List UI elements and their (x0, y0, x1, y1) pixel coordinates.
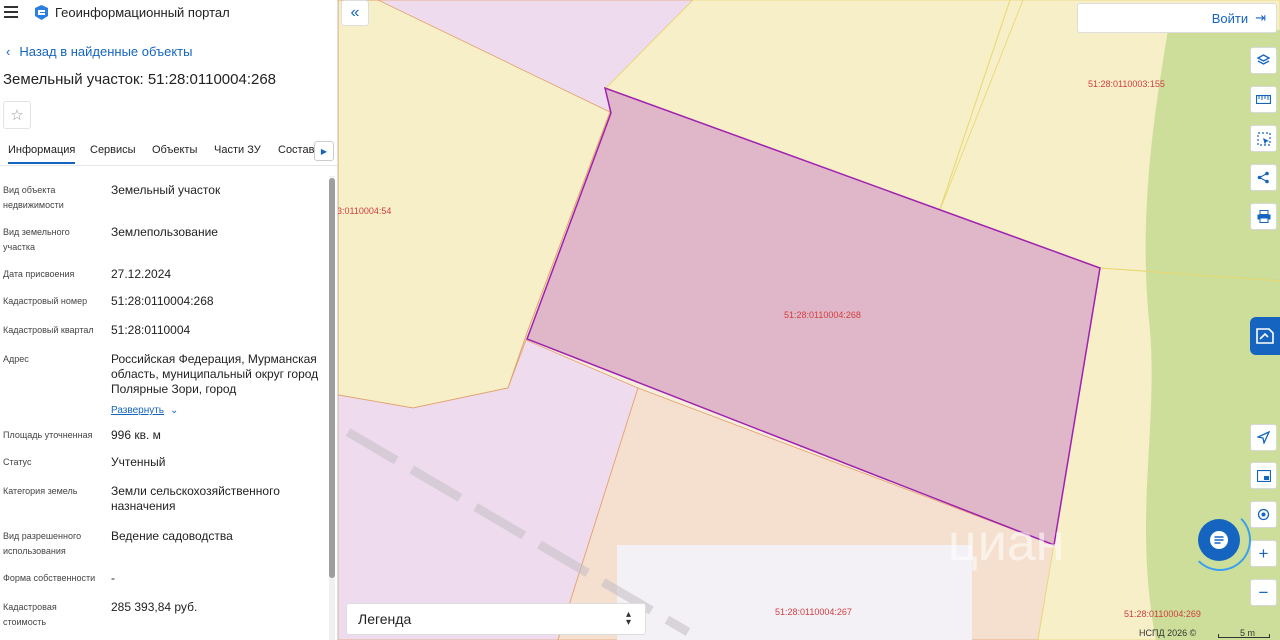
page-title: Земельный участок: 51:28:0110004:268 (3, 71, 277, 88)
login-icon: ⇥ (1255, 10, 1266, 25)
measure-button[interactable] (1250, 86, 1277, 113)
expand-address[interactable]: Развернуть ⌄ (111, 400, 178, 418)
share-button[interactable] (1250, 164, 1277, 191)
property-value: Земли сельскохозяйственного назначения (111, 484, 280, 513)
navigate-button[interactable] (1250, 424, 1277, 451)
chat-button[interactable] (1198, 519, 1240, 561)
property-value: 51:28:0110004 (111, 323, 191, 337)
app-title: Геоинформационный портал (55, 5, 230, 20)
property-key: Кадастровый квартал (3, 325, 94, 335)
property-key: Дата присвоения (3, 269, 75, 279)
property-key: Кадастровый номер (3, 296, 88, 306)
tab-services[interactable]: Сервисы (90, 144, 136, 156)
portal-logo-icon (35, 5, 48, 20)
share-icon (1257, 171, 1269, 184)
login-button[interactable]: Войти ⇥ (1212, 10, 1266, 26)
watermark-text: циан (948, 514, 1064, 572)
property-value: 27.12.2024 (111, 267, 172, 281)
property-key: Вид разрешенного использования (3, 531, 82, 556)
scale-label: 5 m (1240, 628, 1256, 638)
side-panel-tab[interactable] (1250, 317, 1280, 355)
property-key: Статус (3, 457, 32, 467)
select-area-icon (1256, 131, 1271, 146)
parcel-label-bottom-right: 51:28:0110004:269 (1124, 609, 1201, 619)
tab-objects[interactable]: Объекты (152, 144, 197, 156)
property-value: Землепользование (111, 225, 218, 239)
map-svg: циан 51:28:0110004:268 3:0110004:54 51:2… (338, 0, 1280, 640)
location-icon (1257, 508, 1270, 521)
plus-icon: + (1258, 543, 1269, 563)
login-label: Войти (1211, 10, 1249, 26)
property-value: Учтенный (111, 455, 166, 469)
report-icon (1256, 328, 1274, 344)
property-value: 996 кв. м (111, 428, 161, 442)
login-bar: Войти ⇥ (1077, 3, 1277, 33)
chevron-down-icon: ⌄ (170, 405, 179, 416)
tab-parts[interactable]: Части ЗУ (214, 144, 261, 156)
chevron-left-icon: ‹ (6, 44, 11, 59)
legend-label: Легенда (358, 611, 412, 627)
property-key: Вид земельного участка (3, 227, 70, 252)
minimap-button[interactable] (1250, 462, 1277, 489)
zoom-out-button[interactable]: − (1250, 579, 1277, 606)
parcel-label-top-right: 51:28:0110003:155 (1088, 79, 1165, 89)
map-attribution: НСПД 2026 © (1139, 628, 1197, 638)
property-key: Категория земель (3, 486, 78, 496)
property-key: Адрес (3, 354, 29, 364)
tab-information[interactable]: Информация (8, 144, 76, 164)
property-key: Форма собственности (3, 573, 96, 583)
minus-icon: − (1258, 582, 1269, 602)
print-icon (1257, 210, 1270, 223)
app-header: Геоинформационный портал (0, 0, 337, 26)
property-key: Площадь уточненная (3, 430, 93, 440)
chat-icon (1210, 531, 1228, 549)
tab-composition[interactable]: Состав (278, 144, 314, 156)
property-value: 51:28:0110004:268 (111, 294, 214, 308)
layers-button[interactable] (1250, 47, 1277, 74)
property-key: Кадастровая стоимость (3, 602, 57, 627)
property-value: - (111, 571, 115, 585)
ruler-icon (1256, 95, 1271, 104)
scrollbar-thumb[interactable] (329, 178, 335, 578)
print-button[interactable] (1250, 203, 1277, 230)
legend-toggle[interactable]: Легенда ▴ ▾ (346, 603, 646, 635)
zoom-in-button[interactable]: + (1250, 540, 1277, 567)
parcel-label-selected: 51:28:0110004:268 (784, 310, 861, 320)
info-panel: Геоинформационный портал ‹ Назад в найде… (0, 0, 338, 640)
navigate-icon (1257, 431, 1270, 444)
select-area-button[interactable] (1250, 125, 1277, 152)
property-value: Ведение садоводства (111, 529, 233, 543)
parcel-label-bottom: 51:28:0110004:267 (775, 607, 852, 617)
panel-scrollbar[interactable] (329, 176, 335, 640)
map-canvas[interactable]: циан 51:28:0110004:268 3:0110004:54 51:2… (338, 0, 1280, 640)
layers-icon (1257, 54, 1270, 65)
menu-icon[interactable] (4, 5, 18, 19)
property-value: Российская Федерация, Мурманская область… (111, 352, 319, 396)
star-icon: ☆ (10, 107, 24, 124)
favorite-button[interactable]: ☆ (3, 101, 31, 129)
expand-link[interactable]: Развернуть (111, 405, 164, 416)
collapse-panel-button[interactable]: « (341, 0, 369, 26)
triangle-right-icon: ▶ (320, 146, 328, 156)
minimap-icon (1256, 469, 1271, 482)
tabs-scroll-right-button[interactable]: ▶ (314, 141, 334, 161)
property-key: Вид объекта недвижимости (3, 185, 64, 210)
double-chevron-left-icon: « (350, 4, 360, 21)
property-value: Земельный участок (111, 183, 221, 197)
tab-bar: Информация Сервисы Объекты Части ЗУ Сост… (0, 138, 337, 166)
back-link[interactable]: ‹ Назад в найденные объекты (6, 44, 192, 59)
parcel-label-left: 3:0110004:54 (338, 206, 391, 216)
location-button[interactable] (1250, 501, 1277, 528)
back-link-label: Назад в найденные объекты (19, 44, 193, 59)
expand-collapse-icon: ▴ ▾ (625, 609, 631, 628)
property-value: 285 393,84 руб. (111, 600, 198, 614)
